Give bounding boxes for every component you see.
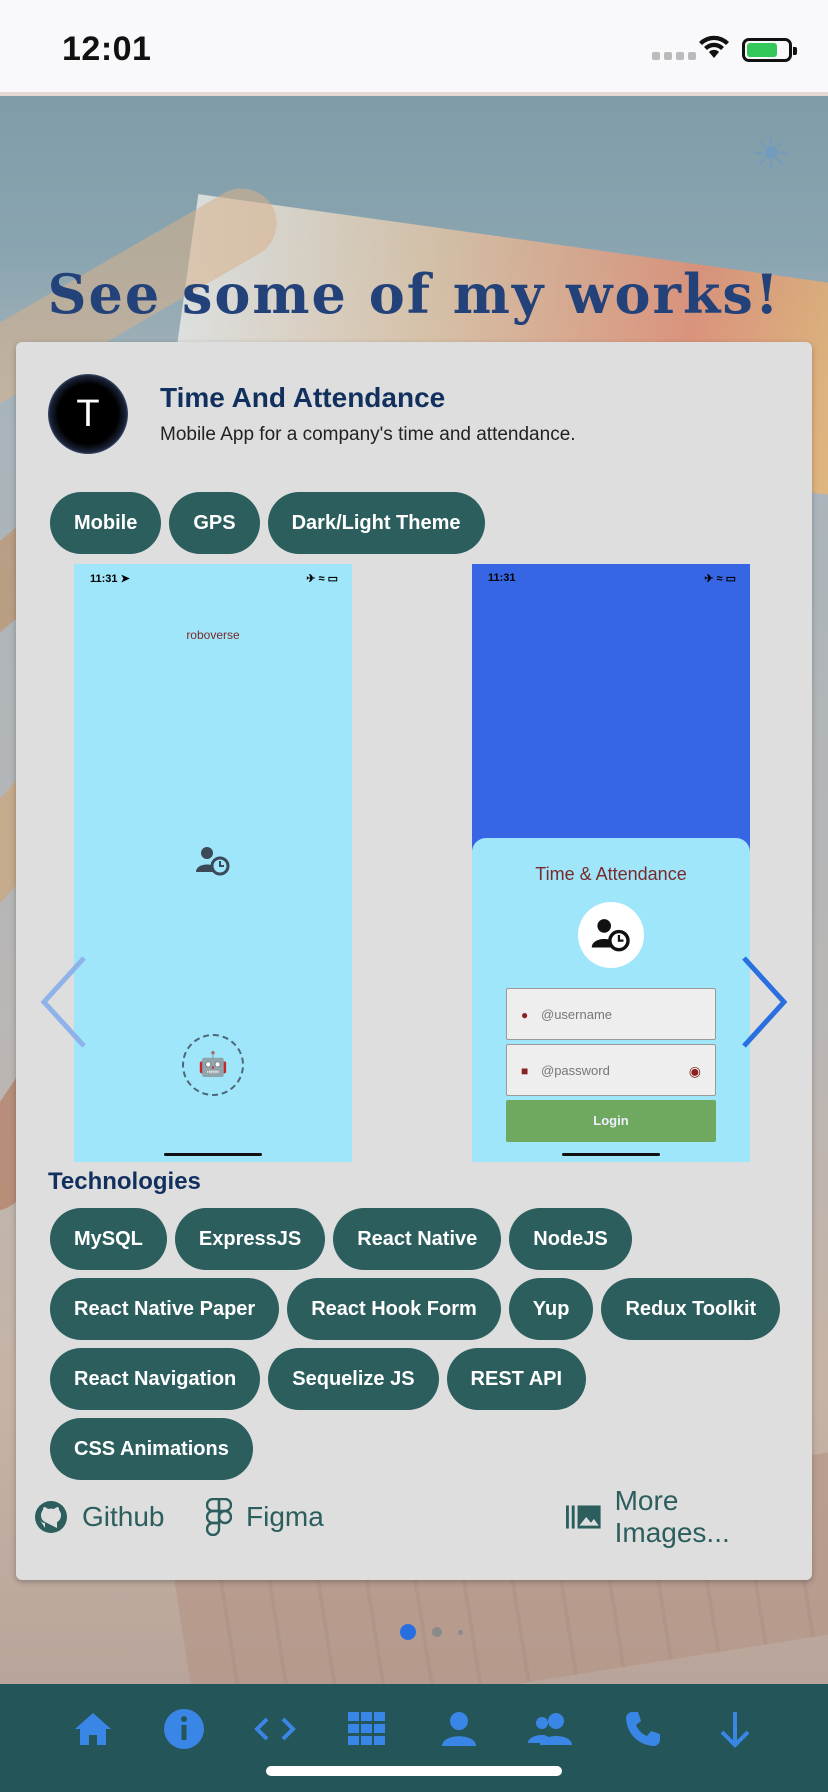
project-title: Time And Attendance xyxy=(160,382,446,413)
nav-scroll-down[interactable] xyxy=(710,1704,760,1754)
tech-chip: ExpressJS xyxy=(174,1208,326,1270)
mini-home-indicator xyxy=(562,1153,660,1156)
tag-chip: GPS xyxy=(169,492,260,554)
project-card: T Time And Attendance Mobile App for a c… xyxy=(16,342,812,1580)
project-tags: Mobile GPS Dark/Light Theme xyxy=(50,492,485,554)
tech-chip: NodeJS xyxy=(509,1208,632,1270)
mini-status-time: 11:31 xyxy=(488,572,516,584)
project-description: Mobile App for a company's time and atte… xyxy=(160,424,576,445)
wifi-icon xyxy=(699,35,729,58)
nav-about[interactable] xyxy=(159,1704,209,1754)
lock-icon: ■ xyxy=(521,1064,529,1078)
mini-status-icons: ✈ ≈ ▭ xyxy=(306,573,338,585)
cellular-signal-icon xyxy=(652,52,696,60)
mini-status-time: 11:31 ➤ xyxy=(90,573,130,585)
carousel-pagination xyxy=(400,1624,463,1640)
username-field[interactable]: ● @username xyxy=(506,988,716,1040)
page-dot[interactable] xyxy=(432,1627,442,1637)
person-icon: ● xyxy=(521,1008,529,1022)
robot-company-logo: 🤖 xyxy=(182,1034,244,1096)
tag-chip: Mobile xyxy=(50,492,162,554)
code-icon xyxy=(254,1717,296,1741)
github-link[interactable]: Github xyxy=(34,1492,165,1542)
nav-profile[interactable] xyxy=(434,1704,484,1754)
page-headline: See some of my works! xyxy=(47,262,781,326)
home-indicator xyxy=(266,1766,562,1776)
technologies-heading: Technologies xyxy=(48,1168,201,1195)
battery-icon xyxy=(742,38,797,62)
tech-chip: Yup xyxy=(508,1278,594,1340)
login-button[interactable]: Login xyxy=(506,1100,716,1142)
figma-link[interactable]: Figma xyxy=(206,1492,324,1542)
nav-projects[interactable] xyxy=(342,1704,392,1754)
tech-chip: Redux Toolkit xyxy=(601,1278,781,1340)
password-field[interactable]: ■ @password ◉ xyxy=(506,1044,716,1096)
project-links: Github Figma More Images... xyxy=(34,1485,794,1548)
tech-chip: CSS Animations xyxy=(50,1418,253,1480)
phone-icon xyxy=(626,1712,660,1746)
arrow-down-icon xyxy=(720,1712,750,1748)
project-avatar: T xyxy=(48,374,128,454)
nav-people[interactable] xyxy=(526,1704,576,1754)
tech-chip: React Native xyxy=(333,1208,502,1270)
tech-chip: MySQL xyxy=(50,1208,167,1270)
technologies-list: MySQL ExpressJS React Native NodeJS Reac… xyxy=(50,1208,790,1480)
github-icon xyxy=(35,1501,67,1533)
figma-icon xyxy=(206,1498,232,1536)
status-time: 12:01 xyxy=(62,30,152,68)
user-clock-icon xyxy=(578,902,644,968)
mini-status-icons: ✈ ≈ ▭ xyxy=(704,573,736,585)
theme-toggle-sun-icon[interactable]: ☀ xyxy=(748,132,794,178)
nav-home[interactable] xyxy=(68,1704,118,1754)
tech-chip: React Hook Form xyxy=(287,1278,501,1340)
more-images-link[interactable]: More Images... xyxy=(566,1485,794,1548)
project-screenshot-login[interactable]: 11:31 ✈ ≈ ▭ Time & Attendance ● @usernam… xyxy=(472,564,750,1162)
login-title: Time & Attendance xyxy=(535,864,687,884)
info-icon xyxy=(164,1709,204,1749)
tag-chip: Dark/Light Theme xyxy=(267,492,485,554)
splash-brand: roboverse xyxy=(186,628,240,642)
tech-chip: React Native Paper xyxy=(50,1278,280,1340)
tech-chip: Sequelize JS xyxy=(268,1348,439,1410)
nav-contact[interactable] xyxy=(618,1704,668,1754)
home-icon xyxy=(75,1713,111,1745)
mini-home-indicator xyxy=(164,1153,262,1156)
user-clock-icon xyxy=(196,847,230,876)
grid-icon xyxy=(348,1712,385,1745)
image-gallery-icon xyxy=(566,1505,601,1529)
chevron-right-icon[interactable] xyxy=(732,952,792,1052)
status-bar: 12:01 xyxy=(0,0,828,96)
chevron-left-icon[interactable] xyxy=(36,952,96,1052)
person-icon xyxy=(442,1712,476,1746)
project-screenshot-splash[interactable]: 11:31 ➤ ✈ ≈ ▭ roboverse 🤖 xyxy=(74,564,352,1162)
page-dot-active[interactable] xyxy=(400,1624,416,1640)
nav-code[interactable] xyxy=(250,1704,300,1754)
people-icon xyxy=(528,1713,572,1745)
tech-chip: REST API xyxy=(446,1348,587,1410)
eye-icon[interactable]: ◉ xyxy=(689,1045,701,1097)
login-panel: Time & Attendance ● @username ■ @passwor… xyxy=(472,838,750,1162)
tech-chip: React Navigation xyxy=(50,1348,261,1410)
page-dot[interactable] xyxy=(458,1629,463,1635)
